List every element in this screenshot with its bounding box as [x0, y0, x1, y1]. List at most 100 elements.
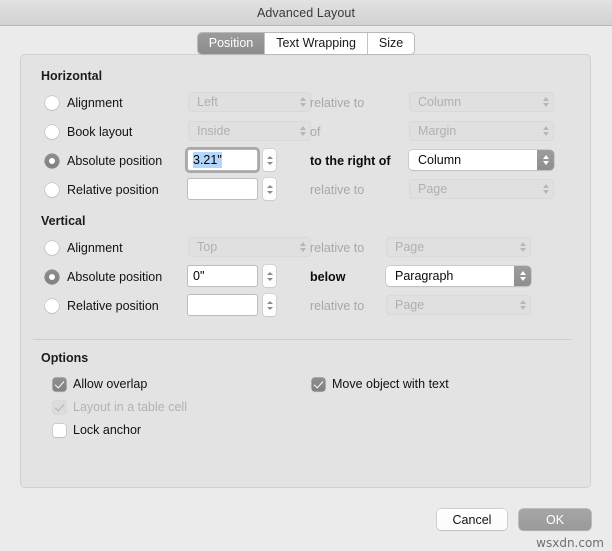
horizontal-relative-position-label: Relative position [67, 183, 159, 197]
vertical-relative-position-label: Relative position [67, 299, 159, 313]
lock-anchor-label: Lock anchor [73, 423, 142, 437]
chevron-updown-icon [514, 295, 531, 315]
horizontal-relative-position-input[interactable] [188, 179, 257, 199]
tab-bar-container: Position Text Wrapping Size [0, 26, 612, 60]
horizontal-alignment-value-popup[interactable]: Left [188, 92, 311, 112]
chevron-updown-icon [514, 237, 531, 257]
vertical-alignment-relation-label: relative to [310, 241, 365, 255]
horizontal-alignment-target-popup[interactable]: Column [409, 92, 554, 112]
window-title: Advanced Layout [256, 5, 356, 20]
ok-button[interactable]: OK [519, 509, 591, 530]
vertical-alignment-value: Top [197, 240, 218, 254]
horizontal-relative-position-target-value: Page [418, 182, 448, 196]
move-object-with-text-checkbox[interactable] [312, 377, 325, 391]
chevron-down-icon [266, 306, 273, 310]
horizontal-absolute-position-target-value: Column [418, 153, 462, 167]
option-lock-anchor[interactable]: Lock anchor [53, 420, 141, 440]
option-move-object-with-text[interactable]: Move object with text [312, 374, 449, 394]
vertical-absolute-position-target-popup[interactable]: Paragraph [386, 266, 531, 286]
move-object-with-text-label: Move object with text [332, 377, 449, 391]
chevron-up-icon [266, 300, 273, 304]
chevron-up-icon [266, 155, 273, 159]
horizontal-absolute-position-value: 3.21" [193, 152, 222, 168]
vertical-absolute-position-input[interactable]: 0" [188, 266, 257, 286]
horizontal-alignment-row: Alignment [45, 92, 123, 114]
tab-position[interactable]: Position [197, 32, 266, 54]
vertical-relative-position-target-value: Page [395, 298, 425, 312]
horizontal-absolute-position-target-popup[interactable]: Column [409, 150, 554, 170]
horizontal-alignment-target-value: Column [418, 95, 462, 109]
vertical-relative-position-target-popup[interactable]: Page [386, 295, 531, 315]
allow-overlap-label: Allow overlap [73, 377, 148, 391]
allow-overlap-checkbox[interactable] [53, 377, 66, 391]
vertical-relative-position-stepper[interactable] [263, 294, 276, 316]
horizontal-book-layout-relation-label: of [310, 125, 321, 139]
vertical-alignment-radio[interactable] [45, 241, 59, 255]
position-settings-panel: Horizontal Alignment Left relative to Co… [20, 54, 591, 488]
tab-bar: Position Text Wrapping Size [197, 32, 415, 54]
options-group-title: Options [41, 351, 89, 365]
watermark: wsxdn.com [536, 536, 604, 550]
chevron-updown-icon [537, 150, 554, 170]
horizontal-absolute-position-radio[interactable] [45, 154, 59, 168]
chevron-updown-icon [514, 266, 531, 286]
chevron-updown-icon [537, 92, 554, 112]
chevron-down-icon [266, 190, 273, 194]
chevron-down-icon [266, 161, 273, 165]
vertical-relative-position-input[interactable] [188, 295, 257, 315]
horizontal-absolute-position-row: Absolute position [45, 150, 162, 172]
horizontal-book-layout-label: Book layout [67, 125, 133, 139]
vertical-absolute-position-label: Absolute position [67, 270, 163, 284]
chevron-down-icon [266, 277, 273, 281]
tab-text-wrapping[interactable]: Text Wrapping [265, 32, 368, 54]
horizontal-absolute-position-input[interactable]: 3.21" [188, 150, 257, 170]
vertical-relative-position-row: Relative position [45, 295, 159, 317]
vertical-alignment-row: Alignment [45, 237, 123, 259]
lock-anchor-checkbox[interactable] [53, 423, 66, 437]
vertical-alignment-label: Alignment [67, 241, 123, 255]
horizontal-alignment-relation-label: relative to [310, 96, 365, 110]
horizontal-relative-position-row: Relative position [45, 179, 159, 201]
vertical-absolute-position-relation-label: below [310, 270, 346, 284]
horizontal-absolute-position-relation-label: to the right of [310, 154, 391, 168]
horizontal-group-title: Horizontal [41, 69, 103, 83]
vertical-absolute-position-row: Absolute position [45, 266, 162, 288]
vertical-alignment-value-popup[interactable]: Top [188, 237, 311, 257]
vertical-relative-position-relation-label: relative to [310, 299, 365, 313]
horizontal-alignment-label: Alignment [67, 96, 123, 110]
vertical-absolute-position-stepper[interactable] [263, 265, 276, 287]
chevron-up-icon [266, 184, 273, 188]
horizontal-relative-position-radio[interactable] [45, 183, 59, 197]
vertical-alignment-target-value: Page [395, 240, 425, 254]
vertical-absolute-position-value: 0" [193, 269, 205, 283]
horizontal-book-layout-row: Book layout [45, 121, 132, 143]
horizontal-alignment-value: Left [197, 95, 218, 109]
chevron-updown-icon [294, 92, 311, 112]
horizontal-book-layout-target-popup[interactable]: Margin [409, 121, 554, 141]
cancel-button[interactable]: Cancel [437, 509, 507, 530]
chevron-up-icon [266, 271, 273, 275]
option-layout-in-table-cell: Layout in a table cell [53, 397, 187, 417]
horizontal-book-layout-value-popup[interactable]: Inside [188, 121, 311, 141]
horizontal-alignment-radio[interactable] [45, 96, 59, 110]
horizontal-book-layout-radio[interactable] [45, 125, 59, 139]
chevron-updown-icon [537, 121, 554, 141]
vertical-alignment-target-popup[interactable]: Page [386, 237, 531, 257]
horizontal-book-layout-target-value: Margin [418, 124, 457, 138]
horizontal-absolute-position-stepper[interactable] [263, 149, 276, 171]
horizontal-absolute-position-label: Absolute position [67, 154, 163, 168]
tab-size[interactable]: Size [367, 32, 415, 54]
option-allow-overlap[interactable]: Allow overlap [53, 374, 147, 394]
chevron-updown-icon [294, 121, 311, 141]
vertical-relative-position-radio[interactable] [45, 299, 59, 313]
vertical-absolute-position-radio[interactable] [45, 270, 59, 284]
chevron-updown-icon [537, 179, 554, 199]
horizontal-relative-position-relation-label: relative to [310, 183, 365, 197]
layout-in-table-cell-label: Layout in a table cell [73, 400, 187, 414]
horizontal-relative-position-target-popup[interactable]: Page [409, 179, 554, 199]
horizontal-relative-position-stepper[interactable] [263, 178, 276, 200]
horizontal-book-layout-value: Inside [197, 124, 231, 138]
vertical-absolute-position-target-value: Paragraph [395, 269, 454, 283]
layout-in-table-cell-checkbox [53, 400, 66, 414]
chevron-updown-icon [294, 237, 311, 257]
